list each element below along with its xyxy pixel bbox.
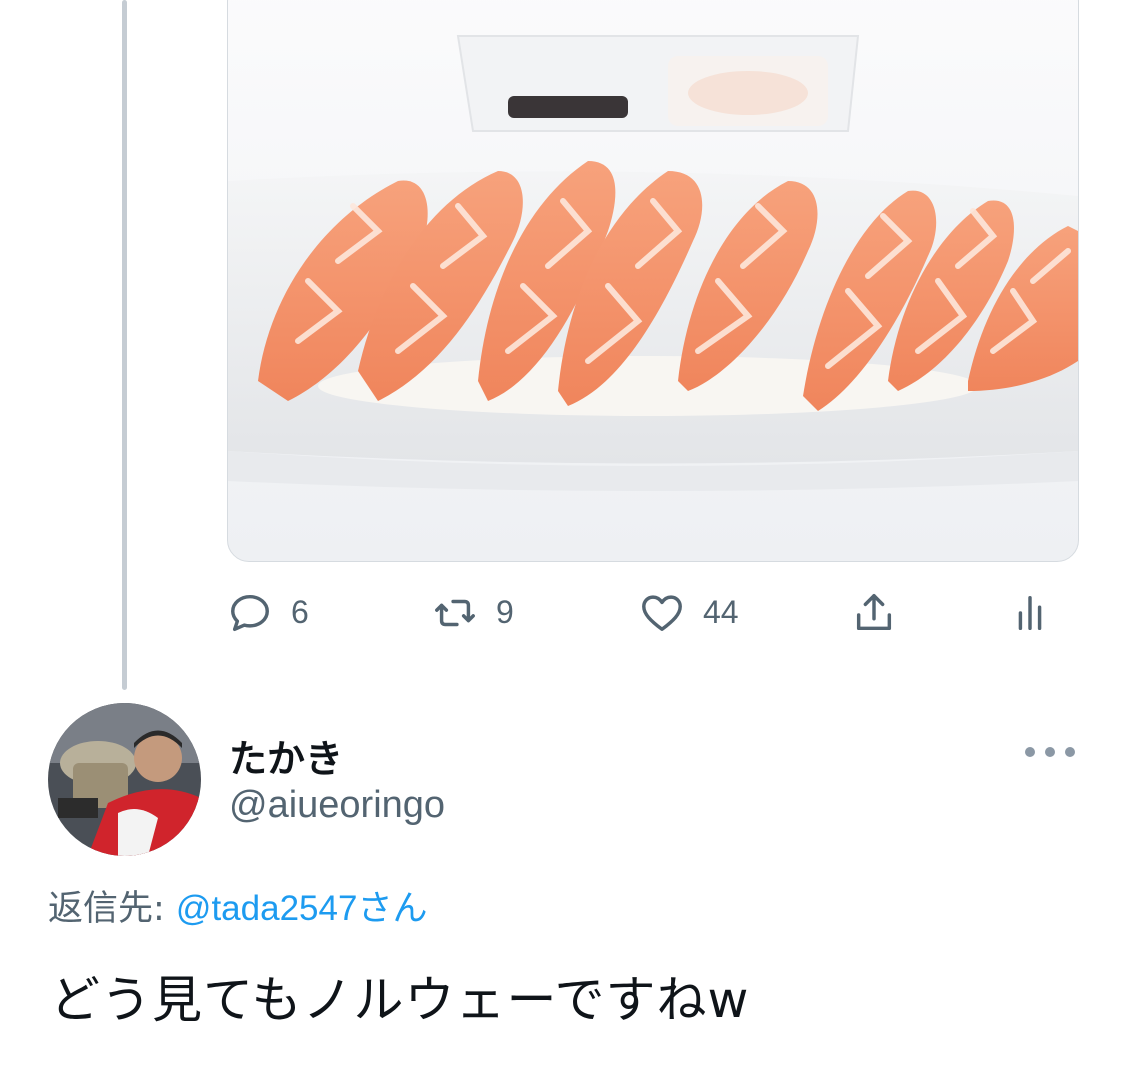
like-button[interactable]: 44: [639, 585, 739, 640]
more-icon-dot: [1045, 747, 1055, 757]
more-icon-dot: [1065, 747, 1075, 757]
heart-icon: [642, 594, 682, 631]
display-name[interactable]: たかき: [229, 728, 343, 783]
replying-to-mention[interactable]: @tada2547: [176, 889, 358, 928]
reply-button[interactable]: 6: [227, 585, 309, 640]
share-icon: [856, 593, 892, 630]
reply-icon: [231, 594, 269, 631]
salmon-sashimi-illustration: [228, 35, 1078, 491]
more-options-button[interactable]: [1025, 735, 1075, 769]
replying-to-label: 返信先:: [48, 889, 176, 929]
retweet-button[interactable]: 9: [432, 585, 514, 640]
more-icon: [1025, 747, 1035, 757]
tweet-action-bar: 6 9 44: [227, 585, 1077, 640]
reply-count: 6: [291, 594, 309, 630]
analytics-icon: [1018, 595, 1042, 630]
avatar-photo: [48, 703, 201, 856]
analytics-button[interactable]: [1007, 585, 1053, 640]
like-count: 44: [703, 594, 739, 630]
share-button[interactable]: [851, 585, 897, 640]
retweet-count: 9: [496, 594, 514, 630]
tweet-media-image[interactable]: [227, 0, 1079, 562]
user-handle[interactable]: @aiueoringo: [229, 784, 445, 827]
avatar[interactable]: [48, 703, 201, 856]
replying-to-line: 返信先: @tada2547さん: [48, 880, 427, 931]
thread-connector-line: [122, 0, 127, 690]
replying-to-suffix: さん: [357, 889, 428, 929]
retweet-icon: [435, 599, 475, 626]
tweet-text: どう見てもノルウェーですねw: [50, 971, 750, 1029]
